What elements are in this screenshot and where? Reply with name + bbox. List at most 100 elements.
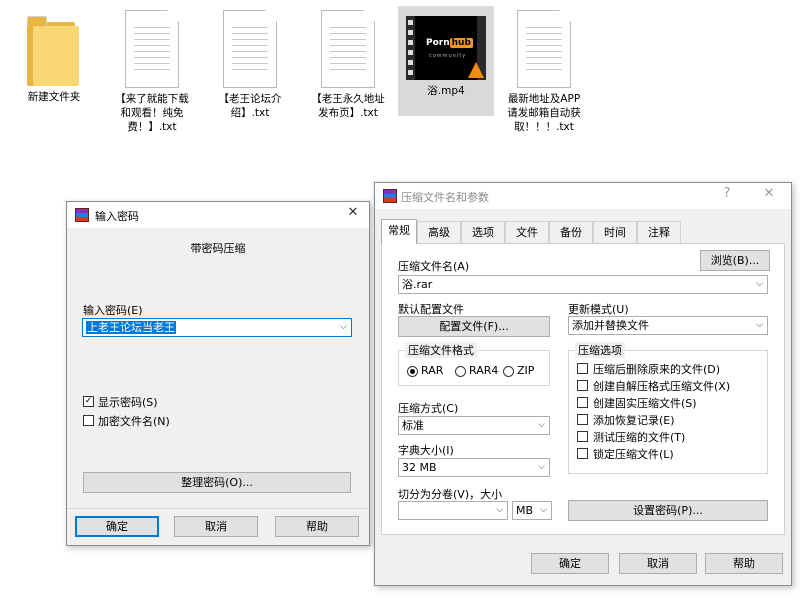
profiles-button[interactable]: 配置文件(F)... [398, 316, 550, 337]
radio-rar-label: RAR [421, 364, 444, 377]
update-mode-value: 添加并替换文件 [572, 319, 649, 332]
split-volume-label: 切分为分卷(V)，大小 [398, 488, 503, 501]
tab-general[interactable]: 常规 [381, 219, 417, 244]
file-label: 【来了就能下载 和观看！纯免 费！】.txt [115, 93, 189, 133]
archive-dialog-titlebar[interactable]: 压缩文件名和参数 ? ✕ [375, 183, 791, 209]
help-button[interactable]: 帮助 [275, 516, 359, 537]
file-txt-2[interactable]: 【老王论坛介 绍】.txt [202, 6, 298, 120]
winrar-icon [383, 189, 397, 203]
password-input[interactable]: 上老王论坛当老王 ⌵ [82, 318, 352, 337]
tab-files[interactable]: 文件 [505, 221, 549, 243]
archive-dialog-title: 压缩文件名和参数 [401, 191, 489, 204]
dialog-heading: 带密码压缩 [190, 242, 246, 255]
default-profile-label: 默认配置文件 [398, 303, 464, 316]
delete-after-checkbox[interactable] [577, 363, 588, 374]
show-password-label: 显示密码(S) [98, 396, 158, 409]
show-password-checkbox[interactable]: ✓ [83, 396, 94, 407]
sfx-label: 创建自解压格式压缩文件(X) [593, 380, 731, 393]
archive-name-input[interactable]: 浴.rar ⌵ [398, 275, 768, 294]
file-txt-3[interactable]: 【老王永久地址 发布页】.txt [300, 6, 396, 120]
close-button[interactable]: ✕ [759, 186, 779, 201]
ok-button[interactable]: 确定 [531, 553, 609, 574]
help-button[interactable]: 帮助 [705, 553, 783, 574]
radio-rar4-label: RAR4 [469, 364, 499, 377]
options-group-title: 压缩选项 [575, 342, 625, 358]
file-label: 新建文件夹 [27, 91, 81, 103]
vlc-cone-icon [468, 62, 484, 78]
radio-rar[interactable] [407, 366, 418, 377]
tab-comment[interactable]: 注释 [637, 221, 681, 243]
radio-zip[interactable] [503, 366, 514, 377]
method-label: 压缩方式(C) [398, 402, 459, 415]
close-button[interactable]: ✕ [343, 205, 363, 220]
chevron-down-icon[interactable]: ⌵ [496, 502, 503, 519]
browse-button[interactable]: 浏览(B)... [700, 250, 770, 271]
test-archive-checkbox[interactable] [577, 431, 588, 442]
cancel-button[interactable]: 取消 [174, 516, 258, 537]
radio-rar4[interactable] [455, 366, 466, 377]
password-value: 上老王论坛当老王 [86, 321, 176, 334]
password-label: 输入密码(E) [83, 304, 143, 317]
split-unit-select[interactable]: MB ⌵ [512, 501, 552, 520]
split-volume-input[interactable]: ⌵ [398, 501, 508, 520]
archive-name-value: 浴.rar [402, 278, 433, 291]
thumbnail-subtitle: community [429, 53, 467, 59]
tab-strip: 常规 高级 选项 文件 备份 时间 注释 [381, 219, 691, 244]
chevron-down-icon[interactable]: ⌵ [540, 502, 547, 519]
file-label: 浴.mp4 [427, 85, 465, 97]
password-dialog-titlebar[interactable]: 输入密码 ✕ [67, 202, 369, 228]
method-value: 标准 [402, 419, 424, 432]
organize-passwords-button[interactable]: 整理密码(O)... [83, 472, 351, 493]
text-file-icon [321, 10, 375, 88]
encrypt-filenames-label: 加密文件名(N) [98, 415, 170, 428]
dictionary-label: 字典大小(I) [398, 444, 454, 457]
chevron-down-icon[interactable]: ⌵ [538, 459, 545, 476]
password-dialog: 输入密码 ✕ 带密码压缩 输入密码(E) 上老王论坛当老王 ⌵ ✓ 显示密码(S… [66, 201, 370, 546]
chevron-down-icon[interactable]: ⌵ [340, 319, 347, 336]
file-label: 【老王永久地址 发布页】.txt [311, 93, 385, 119]
radio-zip-label: ZIP [517, 364, 535, 377]
file-txt-1[interactable]: 【来了就能下载 和观看！纯免 费！】.txt [104, 6, 200, 134]
recovery-record-checkbox[interactable] [577, 414, 588, 425]
file-label: 最新地址及APP 请发邮箱自动获 取！！！.txt [507, 93, 581, 133]
dictionary-select[interactable]: 32 MB ⌵ [398, 458, 550, 477]
chevron-down-icon[interactable]: ⌵ [538, 417, 545, 434]
encrypt-filenames-checkbox[interactable] [83, 415, 94, 426]
method-select[interactable]: 标准 ⌵ [398, 416, 550, 435]
password-dialog-title: 输入密码 [95, 210, 139, 223]
text-file-icon [223, 10, 277, 88]
video-file-icon: Porn hub community [406, 16, 486, 80]
tab-time[interactable]: 时间 [593, 221, 637, 243]
solid-checkbox[interactable] [577, 397, 588, 408]
tab-page-general: 压缩文件名(A) 浏览(B)... 浴.rar ⌵ 默认配置文件 配置文件(F)… [381, 243, 785, 535]
text-file-icon [517, 10, 571, 88]
sfx-checkbox[interactable] [577, 380, 588, 391]
format-group: 压缩文件格式 RAR RAR4 ZIP [398, 342, 550, 386]
thumbnail-brand: Porn hub [426, 38, 473, 48]
split-unit-value: MB [516, 504, 534, 517]
archive-dialog: 压缩文件名和参数 ? ✕ 常规 高级 选项 文件 备份 时间 注释 压缩文件名(… [374, 182, 792, 586]
solid-label: 创建固实压缩文件(S) [593, 397, 697, 410]
cancel-button[interactable]: 取消 [619, 553, 697, 574]
tab-backup[interactable]: 备份 [549, 221, 593, 243]
ok-button[interactable]: 确定 [75, 516, 159, 537]
folder-icon [27, 14, 81, 86]
tab-options[interactable]: 选项 [461, 221, 505, 243]
lock-archive-label: 锁定压缩文件(L) [593, 448, 674, 461]
delete-after-label: 压缩后删除原来的文件(D) [593, 363, 721, 376]
chevron-down-icon[interactable]: ⌵ [756, 317, 763, 334]
context-help-button[interactable]: ? [717, 186, 737, 201]
chevron-down-icon[interactable]: ⌵ [756, 276, 763, 293]
file-video[interactable]: Porn hub community 浴.mp4 [398, 6, 494, 116]
dictionary-value: 32 MB [402, 461, 437, 474]
tab-advanced[interactable]: 高级 [417, 221, 461, 243]
set-password-button[interactable]: 设置密码(P)... [568, 500, 768, 521]
text-file-icon [125, 10, 179, 88]
test-archive-label: 测试压缩的文件(T) [593, 431, 686, 444]
format-group-title: 压缩文件格式 [405, 342, 477, 358]
lock-archive-checkbox[interactable] [577, 448, 588, 459]
archive-name-label: 压缩文件名(A) [398, 260, 470, 273]
folder-new-folder[interactable]: 新建文件夹 [6, 6, 102, 104]
update-mode-select[interactable]: 添加并替换文件 ⌵ [568, 316, 768, 335]
file-txt-4[interactable]: 最新地址及APP 请发邮箱自动获 取！！！.txt [496, 6, 592, 134]
